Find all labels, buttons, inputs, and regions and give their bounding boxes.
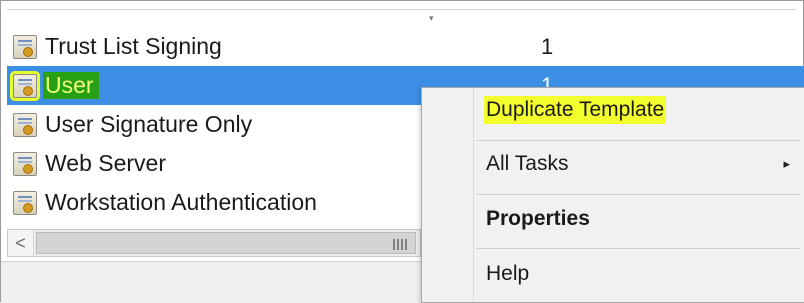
list-item-trust-list-signing[interactable]: Trust List Signing 1 <box>7 27 804 66</box>
template-name: User <box>43 72 99 99</box>
menu-item-label: Properties <box>486 207 590 230</box>
menu-separator <box>476 248 800 249</box>
scroll-left-button[interactable]: < <box>8 230 34 256</box>
column-sort-indicator[interactable]: ▾ <box>429 13 434 24</box>
context-menu: Duplicate Template All Tasks ▸ Propertie… <box>421 87 804 303</box>
menu-item-properties[interactable]: Properties <box>484 199 804 239</box>
menu-icon-gutter <box>473 88 474 302</box>
certificate-template-icon <box>13 151 37 176</box>
template-name: User Signature Only <box>45 111 253 137</box>
submenu-arrow-icon: ▸ <box>783 156 790 171</box>
certificate-template-icon <box>13 112 37 137</box>
template-name: Web Server <box>45 150 167 176</box>
scrollbar-grip-icon <box>393 239 407 250</box>
certificate-template-icon <box>13 190 37 215</box>
certificate-template-icon <box>13 73 37 98</box>
horizontal-scrollbar[interactable]: < <box>7 229 421 257</box>
template-name: Trust List Signing <box>45 33 222 59</box>
header-divider <box>7 9 797 10</box>
mmc-details-pane: ▾ Trust List Signing 1 User 1 User Signa… <box>0 0 804 303</box>
template-version: 1 <box>541 33 554 59</box>
menu-item-duplicate-template[interactable]: Duplicate Template <box>484 90 804 130</box>
menu-item-all-tasks[interactable]: All Tasks ▸ <box>484 144 804 184</box>
menu-item-help[interactable]: Help <box>484 254 804 294</box>
menu-separator <box>476 140 800 141</box>
template-name: Workstation Authentication <box>45 189 317 215</box>
certificate-template-icon <box>13 34 37 59</box>
menu-item-label: Help <box>486 262 530 285</box>
menu-item-label: Duplicate Template <box>484 96 667 124</box>
menu-separator <box>476 194 800 195</box>
scrollbar-thumb[interactable] <box>36 232 416 254</box>
menu-item-label: All Tasks <box>486 152 569 175</box>
